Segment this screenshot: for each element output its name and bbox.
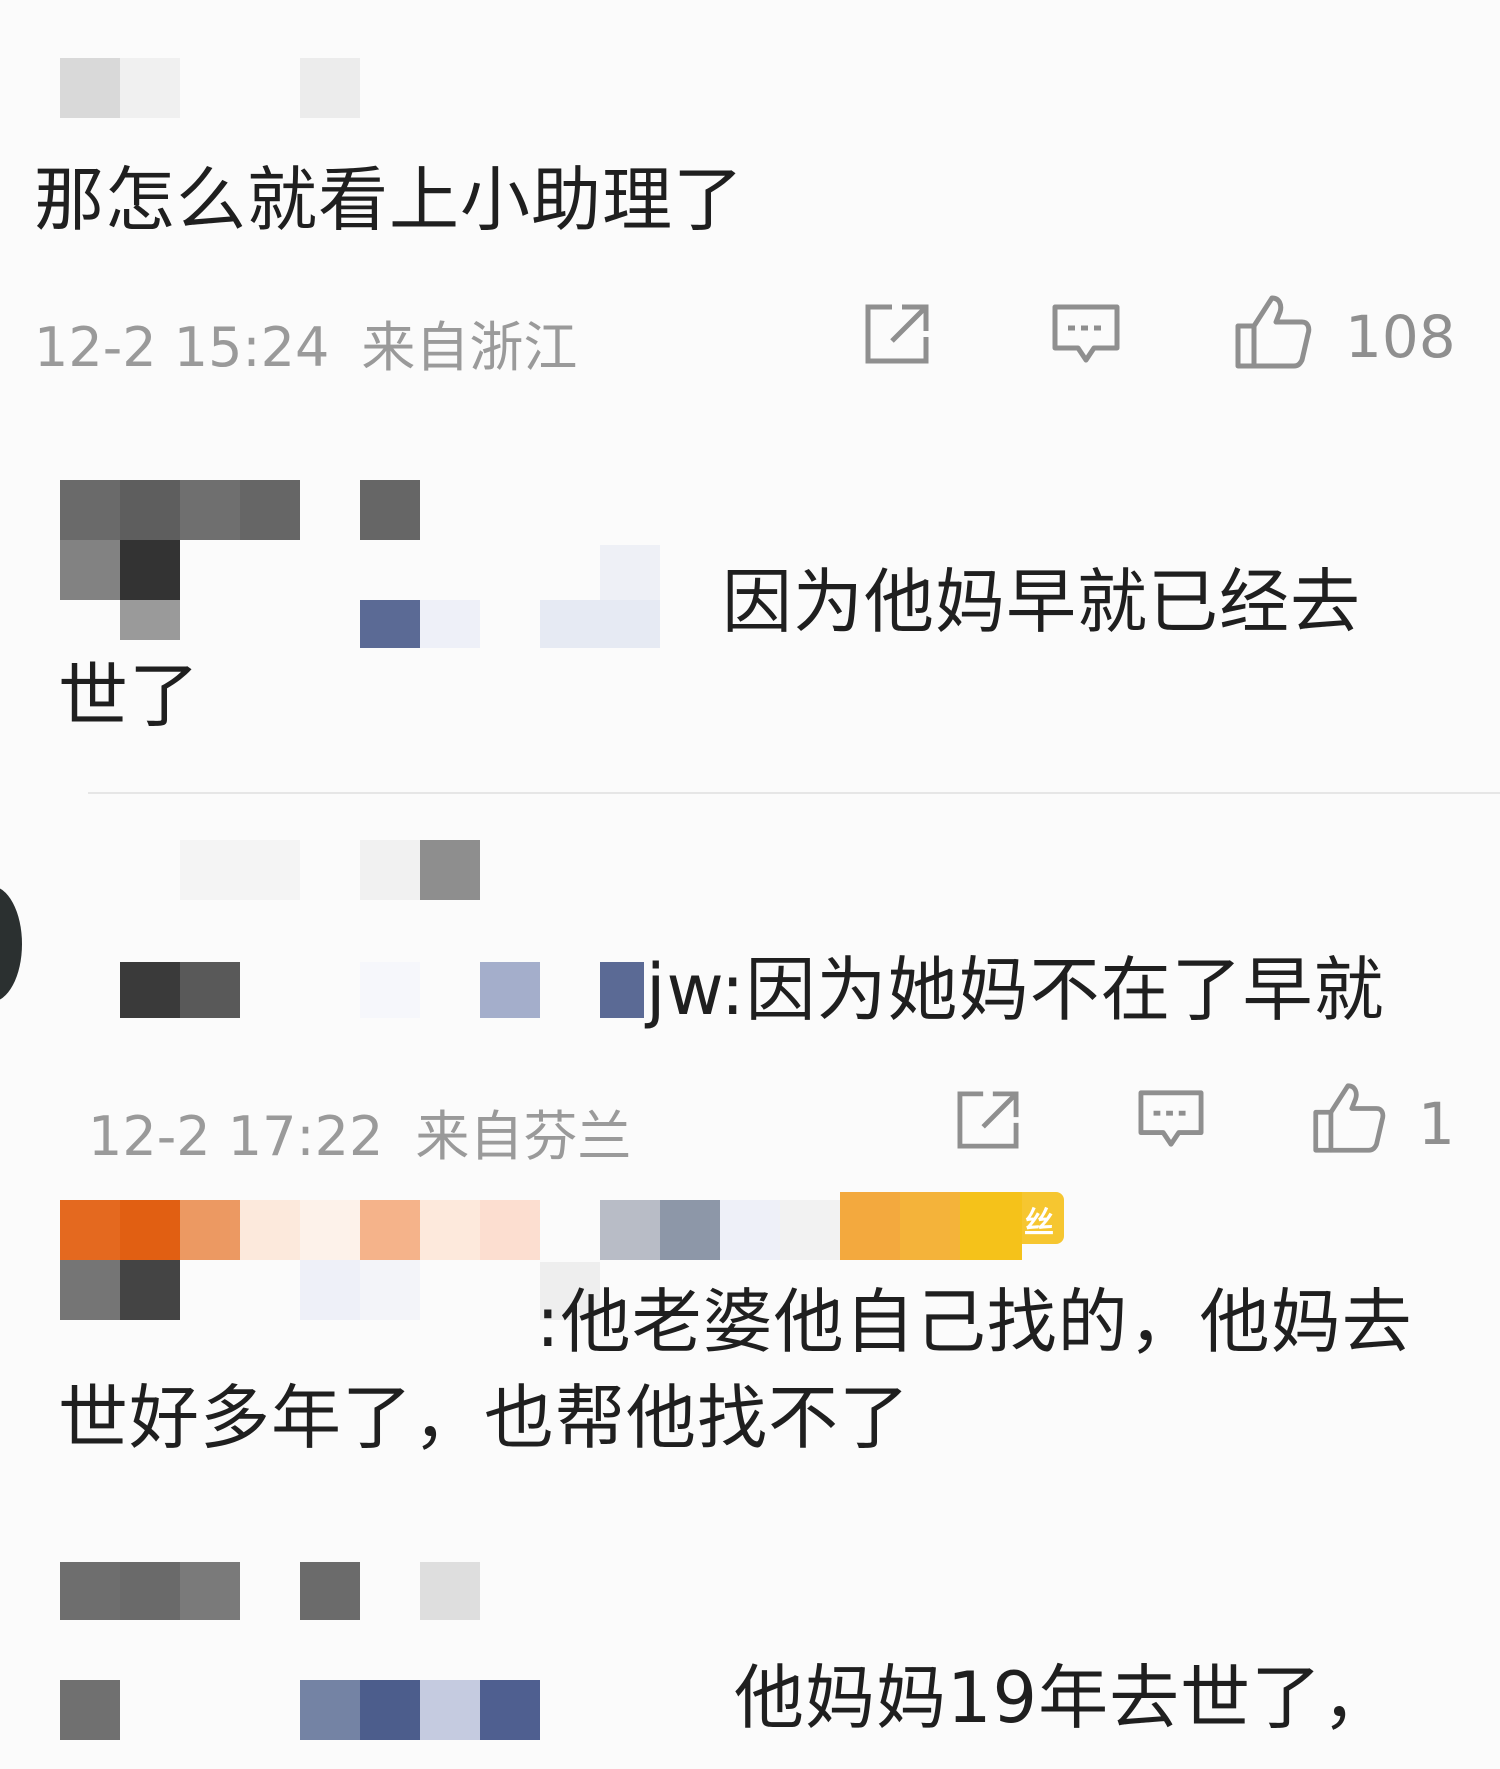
comment-meta: 12-2 17:22 来自芬兰 bbox=[88, 1092, 631, 1171]
comment-location: 来自芬兰 bbox=[415, 1105, 632, 1168]
like-count: 1 bbox=[1418, 1090, 1455, 1158]
thumbs-up-icon[interactable] bbox=[1310, 1080, 1386, 1154]
comment-time: 12-2 15:24 bbox=[34, 316, 330, 379]
like-count: 108 bbox=[1345, 303, 1456, 371]
comment-icon[interactable] bbox=[1050, 302, 1122, 368]
comment-time: 12-2 17:22 bbox=[88, 1105, 384, 1168]
comment-location: 来自浙江 bbox=[361, 316, 578, 379]
comment-text: 因为他妈早就已经去 bbox=[722, 561, 1361, 643]
comment-icon[interactable] bbox=[1136, 1088, 1206, 1152]
avatar[interactable] bbox=[0, 886, 22, 1002]
comment-text: jw:因为她妈不在了早就 bbox=[646, 949, 1385, 1031]
fan-badge-label: 丝 bbox=[1024, 1206, 1054, 1241]
share-icon[interactable] bbox=[954, 1090, 1022, 1150]
comment-meta: 12-2 15:24 来自浙江 bbox=[34, 303, 577, 382]
reply-divider bbox=[88, 792, 1500, 794]
comment-text: :他老婆他自己找的，他妈去 bbox=[536, 1281, 1413, 1363]
comment-text-continued: 世了 bbox=[58, 655, 200, 737]
share-icon[interactable] bbox=[862, 303, 932, 365]
comment-text-continued: 世好多年了，也帮他找不了 bbox=[58, 1377, 910, 1459]
thumbs-up-icon[interactable] bbox=[1232, 292, 1312, 370]
comment-text: 那怎么就看上小助理了 bbox=[34, 159, 744, 241]
comment-text: 他妈妈19年去世了， bbox=[734, 1657, 1394, 1739]
